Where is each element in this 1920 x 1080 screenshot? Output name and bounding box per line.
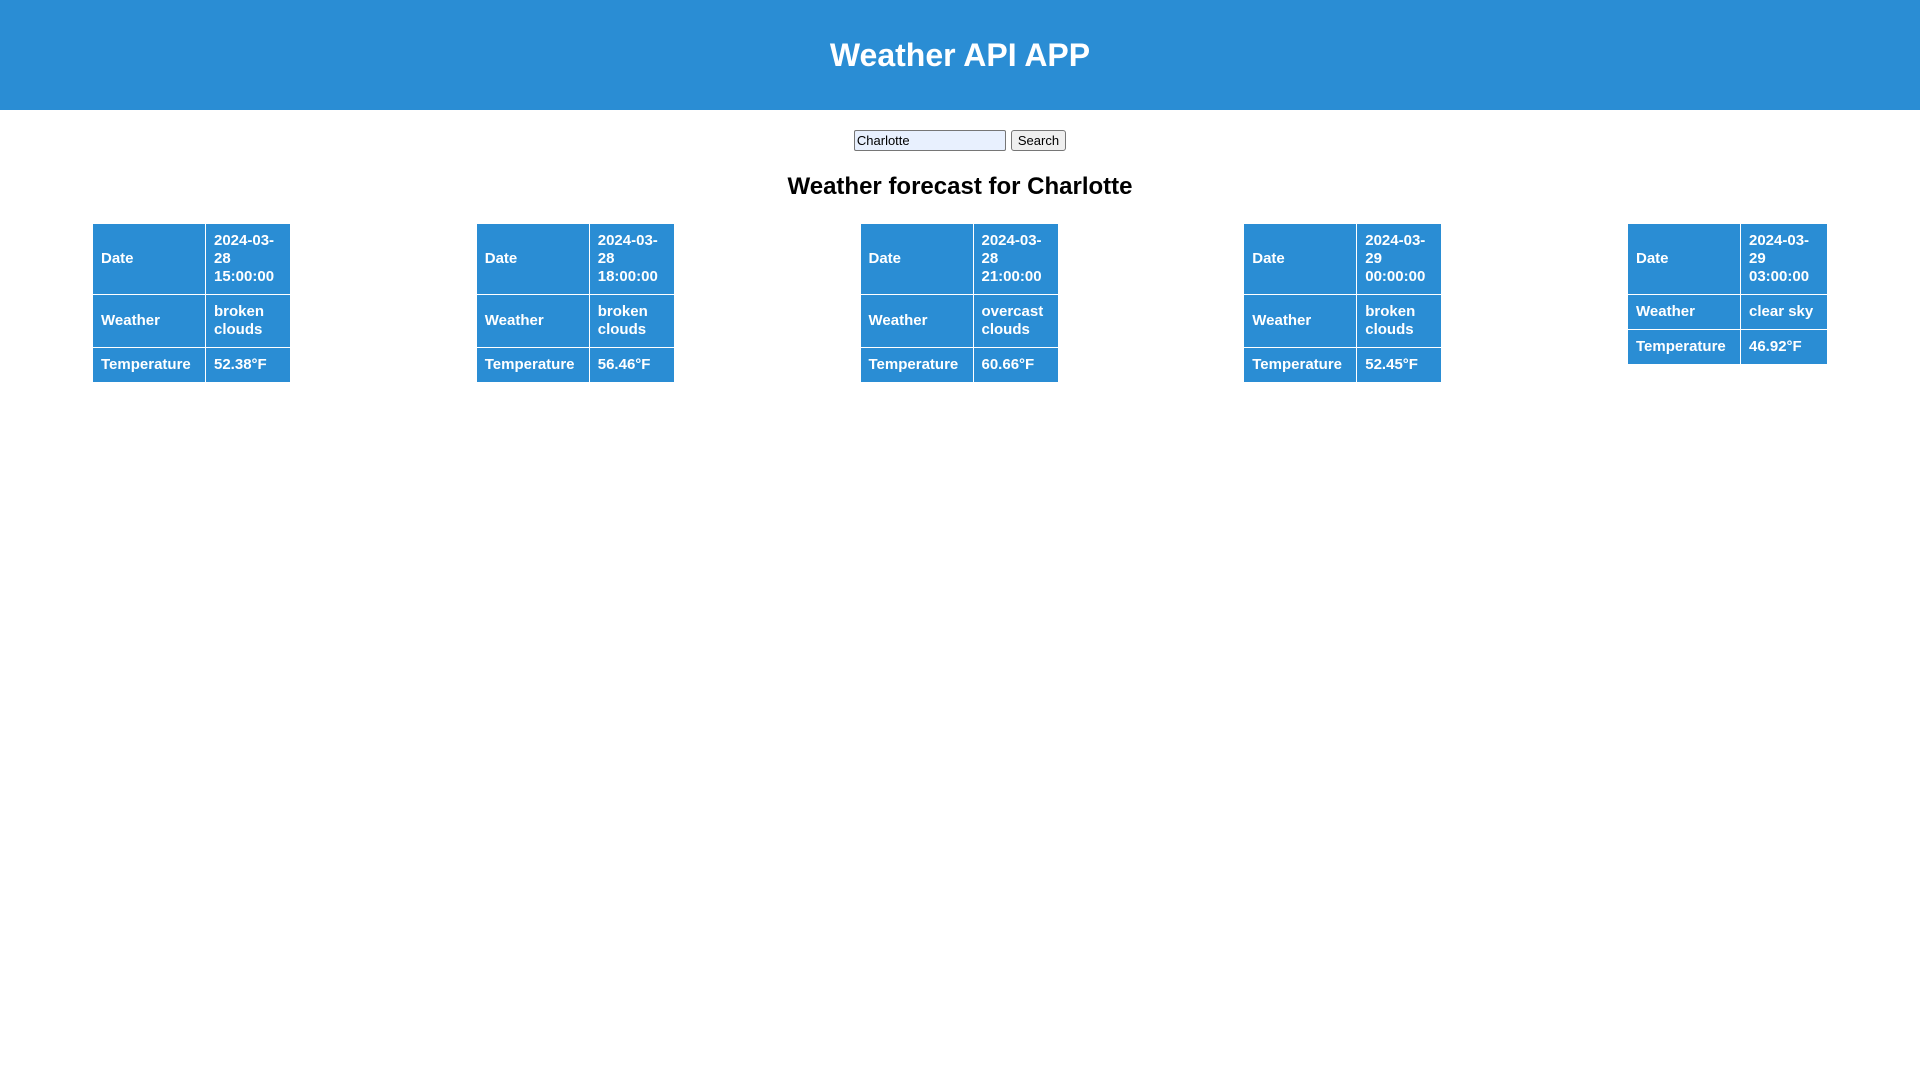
date-row: Date 2024-03-29 00:00:00 — [1243, 223, 1443, 295]
search-button[interactable]: Search — [1010, 130, 1067, 151]
temperature-row: Temperature 56.46°F — [475, 347, 675, 383]
app-title: Weather API APP — [829, 36, 1091, 73]
weather-row: Weather clear sky — [1627, 294, 1828, 330]
temperature-value: 60.66°F — [972, 347, 1059, 383]
temperature-label: Temperature — [475, 347, 590, 383]
temperature-value: 56.46°F — [588, 347, 675, 383]
date-label: Date — [859, 223, 974, 295]
weather-row: Weather overcast clouds — [859, 294, 1059, 348]
date-label: Date — [1627, 223, 1741, 295]
weather-value: broken clouds — [205, 294, 291, 348]
date-row: Date 2024-03-28 15:00:00 — [92, 223, 291, 295]
search-bar: Search — [0, 130, 1920, 151]
forecast-card: Date 2024-03-28 15:00:00 Weather broken … — [92, 223, 291, 383]
temperature-value: 52.38°F — [205, 347, 291, 383]
weather-value: broken clouds — [588, 294, 675, 348]
temperature-label: Temperature — [92, 347, 206, 383]
date-value: 2024-03-28 18:00:00 — [588, 223, 675, 295]
temperature-row: Temperature 46.92°F — [1627, 329, 1828, 365]
forecast-card: Date 2024-03-29 00:00:00 Weather broken … — [1243, 223, 1443, 383]
city-search-input[interactable] — [853, 130, 1006, 151]
weather-label: Weather — [92, 294, 206, 348]
temperature-label: Temperature — [1243, 347, 1358, 383]
weather-value: broken clouds — [1356, 294, 1443, 348]
weather-value: overcast clouds — [972, 294, 1059, 348]
date-row: Date 2024-03-28 21:00:00 — [859, 223, 1059, 295]
weather-value: clear sky — [1740, 294, 1828, 330]
temperature-label: Temperature — [1627, 329, 1741, 365]
date-label: Date — [475, 223, 590, 295]
weather-row: Weather broken clouds — [475, 294, 675, 348]
app-header: Weather API APP — [0, 0, 1920, 110]
temperature-row: Temperature 60.66°F — [859, 347, 1059, 383]
weather-row: Weather broken clouds — [1243, 294, 1443, 348]
weather-label: Weather — [859, 294, 974, 348]
date-value: 2024-03-28 15:00:00 — [205, 223, 291, 295]
forecast-heading: Weather forecast for Charlotte — [787, 173, 1133, 200]
forecast-cards: Date 2024-03-28 15:00:00 Weather broken … — [0, 223, 1920, 383]
weather-row: Weather broken clouds — [92, 294, 291, 348]
date-value: 2024-03-29 03:00:00 — [1740, 223, 1828, 295]
forecast-card: Date 2024-03-29 03:00:00 Weather clear s… — [1627, 223, 1828, 365]
temperature-row: Temperature 52.38°F — [92, 347, 291, 383]
temperature-row: Temperature 52.45°F — [1243, 347, 1443, 383]
date-row: Date 2024-03-29 03:00:00 — [1627, 223, 1828, 295]
date-value: 2024-03-28 21:00:00 — [972, 223, 1059, 295]
date-label: Date — [1243, 223, 1358, 295]
weather-label: Weather — [1243, 294, 1358, 348]
forecast-card: Date 2024-03-28 18:00:00 Weather broken … — [475, 223, 675, 383]
temperature-value: 46.92°F — [1740, 329, 1828, 365]
date-row: Date 2024-03-28 18:00:00 — [475, 223, 675, 295]
temperature-value: 52.45°F — [1356, 347, 1443, 383]
forecast-card: Date 2024-03-28 21:00:00 Weather overcas… — [859, 223, 1059, 383]
date-value: 2024-03-29 00:00:00 — [1356, 223, 1443, 295]
weather-label: Weather — [475, 294, 590, 348]
weather-label: Weather — [1627, 294, 1741, 330]
date-label: Date — [92, 223, 206, 295]
temperature-label: Temperature — [859, 347, 974, 383]
